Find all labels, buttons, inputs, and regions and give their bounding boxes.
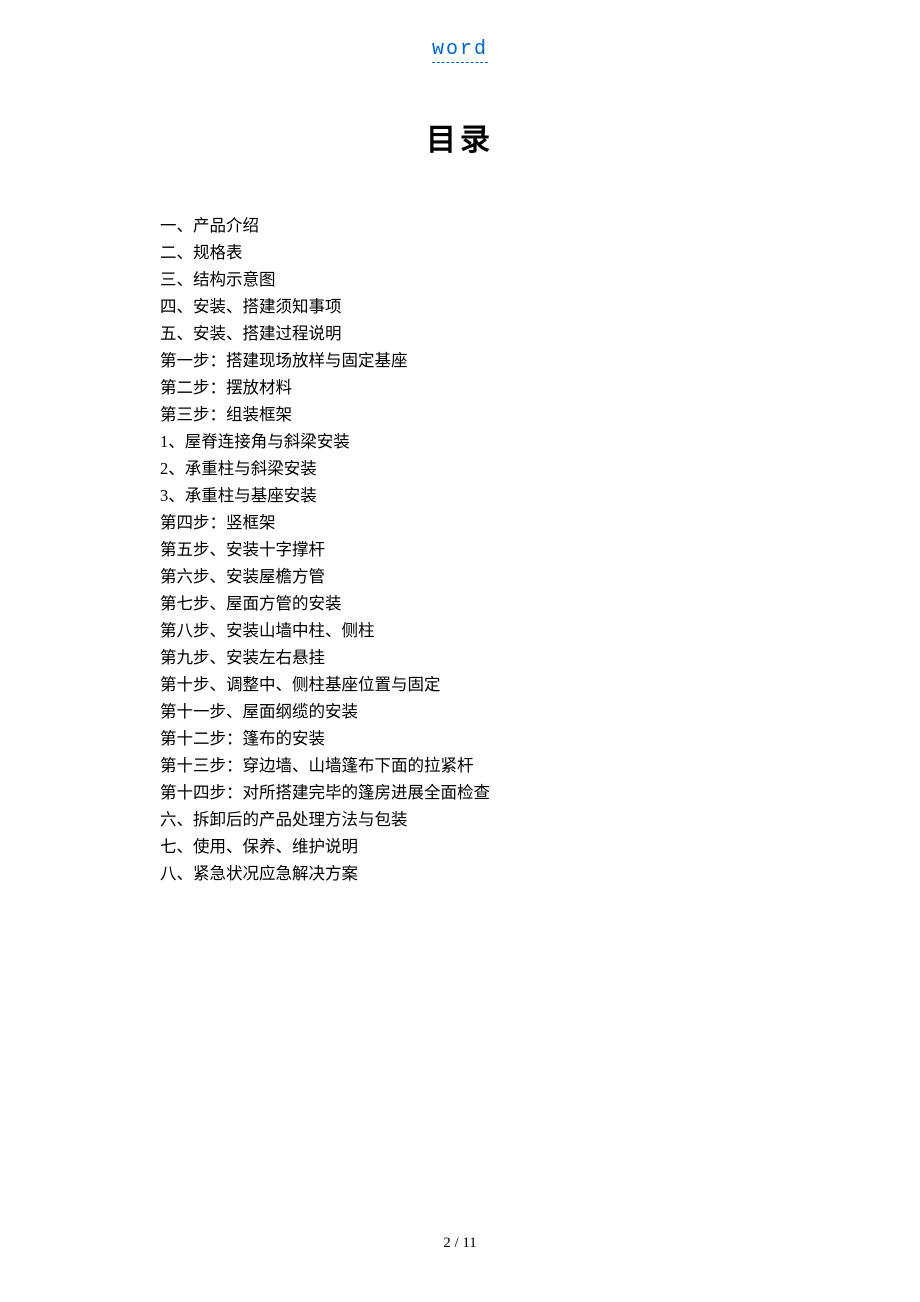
toc-item: 第七步、屋面方管的安装 xyxy=(160,590,490,617)
toc-item: 第一步：搭建现场放样与固定基座 xyxy=(160,347,490,374)
toc-item: 3、承重柱与基座安装 xyxy=(160,482,490,509)
toc-item: 第六步、安装屋檐方管 xyxy=(160,563,490,590)
toc-item: 七、使用、保养、维护说明 xyxy=(160,833,490,860)
toc-item: 第八步、安装山墙中柱、侧柱 xyxy=(160,617,490,644)
toc-item: 第四步：竖框架 xyxy=(160,509,490,536)
toc-item: 一、产品介绍 xyxy=(160,212,490,239)
toc-item: 二、规格表 xyxy=(160,239,490,266)
toc-item: 1、屋脊连接角与斜梁安装 xyxy=(160,428,490,455)
toc-item: 第二步：摆放材料 xyxy=(160,374,490,401)
page-number: 2 / 11 xyxy=(443,1235,477,1252)
toc-item: 2、承重柱与斜梁安装 xyxy=(160,455,490,482)
toc-item: 第十二步：篷布的安装 xyxy=(160,725,490,752)
toc-item: 第三步：组装框架 xyxy=(160,401,490,428)
toc-item: 第十一步、屋面纲缆的安装 xyxy=(160,698,490,725)
toc-item: 五、安装、搭建过程说明 xyxy=(160,320,490,347)
toc-item: 三、结构示意图 xyxy=(160,266,490,293)
header-word-link[interactable]: word xyxy=(432,38,488,63)
toc-item: 第十三步：穿边墙、山墙篷布下面的拉紧杆 xyxy=(160,752,490,779)
toc-item: 八、紧急状况应急解决方案 xyxy=(160,860,490,887)
toc-item: 第十四步：对所搭建完毕的篷房进展全面检查 xyxy=(160,779,490,806)
toc-item: 第十步、调整中、侧柱基座位置与固定 xyxy=(160,671,490,698)
toc-item: 第九步、安装左右悬挂 xyxy=(160,644,490,671)
page-title: 目录 xyxy=(426,115,494,159)
toc-item: 四、安装、搭建须知事项 xyxy=(160,293,490,320)
toc-list: 一、产品介绍 二、规格表 三、结构示意图 四、安装、搭建须知事项 五、安装、搭建… xyxy=(160,212,490,887)
toc-item: 六、拆卸后的产品处理方法与包装 xyxy=(160,806,490,833)
toc-item: 第五步、安装十字撑杆 xyxy=(160,536,490,563)
